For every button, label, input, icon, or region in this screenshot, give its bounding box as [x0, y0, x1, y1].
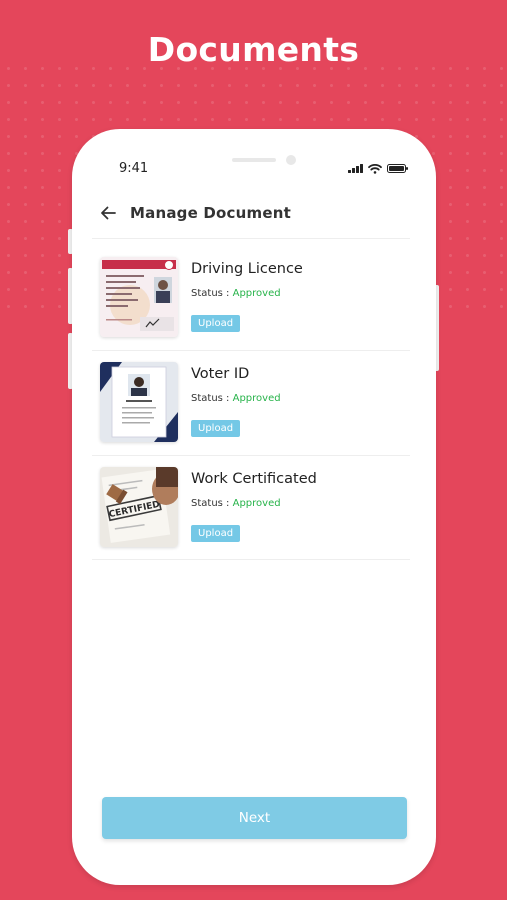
status-label: Status :	[191, 393, 230, 404]
battery-icon	[386, 163, 408, 173]
document-item-driving-licence[interactable]: Driving Licence Status : Approved Upload	[100, 257, 410, 361]
next-button[interactable]: Next	[102, 797, 407, 839]
document-item-voter-id[interactable]: Voter ID Status : Approved Upload	[100, 362, 410, 466]
document-title: Work Certificated	[191, 471, 317, 487]
upload-button[interactable]: Upload	[191, 315, 241, 332]
document-title: Driving Licence	[191, 261, 303, 277]
phone-camera	[286, 155, 296, 165]
document-title: Voter ID	[191, 366, 250, 382]
status-time: 9:41	[119, 161, 149, 176]
list-divider	[92, 350, 410, 351]
phone-frame: 9:41 Manage Document Driving Licence Sta…	[72, 129, 436, 885]
status-label: Status :	[191, 288, 230, 299]
page-headline: Documents	[147, 30, 360, 69]
upload-button[interactable]: Upload	[191, 420, 241, 437]
status-bar: 9:41	[72, 129, 436, 189]
status-icons	[348, 162, 408, 174]
header-divider	[92, 238, 410, 239]
status-value: Approved	[232, 288, 281, 299]
status-label: Status :	[191, 498, 230, 509]
back-button[interactable]	[100, 204, 118, 222]
voter-id-thumbnail	[100, 362, 178, 442]
status-value: Approved	[232, 393, 281, 404]
list-divider	[92, 559, 410, 560]
document-status: Status : Approved	[191, 288, 281, 299]
driving-licence-thumbnail	[100, 257, 178, 337]
list-divider	[92, 455, 410, 456]
document-status: Status : Approved	[191, 498, 281, 509]
wifi-icon	[367, 163, 382, 174]
status-value: Approved	[232, 498, 281, 509]
phone-speaker	[232, 158, 276, 162]
document-item-work-certificate[interactable]: CERTIFIED Work Certificated Status : App…	[100, 467, 410, 571]
certificate-thumbnail: CERTIFIED	[100, 467, 178, 547]
document-status: Status : Approved	[191, 393, 281, 404]
top-bar: Manage Document	[100, 201, 291, 225]
arrow-left-icon	[101, 206, 116, 220]
screen-title: Manage Document	[130, 204, 291, 222]
cellular-signal-icon	[348, 163, 363, 173]
upload-button[interactable]: Upload	[191, 525, 241, 542]
